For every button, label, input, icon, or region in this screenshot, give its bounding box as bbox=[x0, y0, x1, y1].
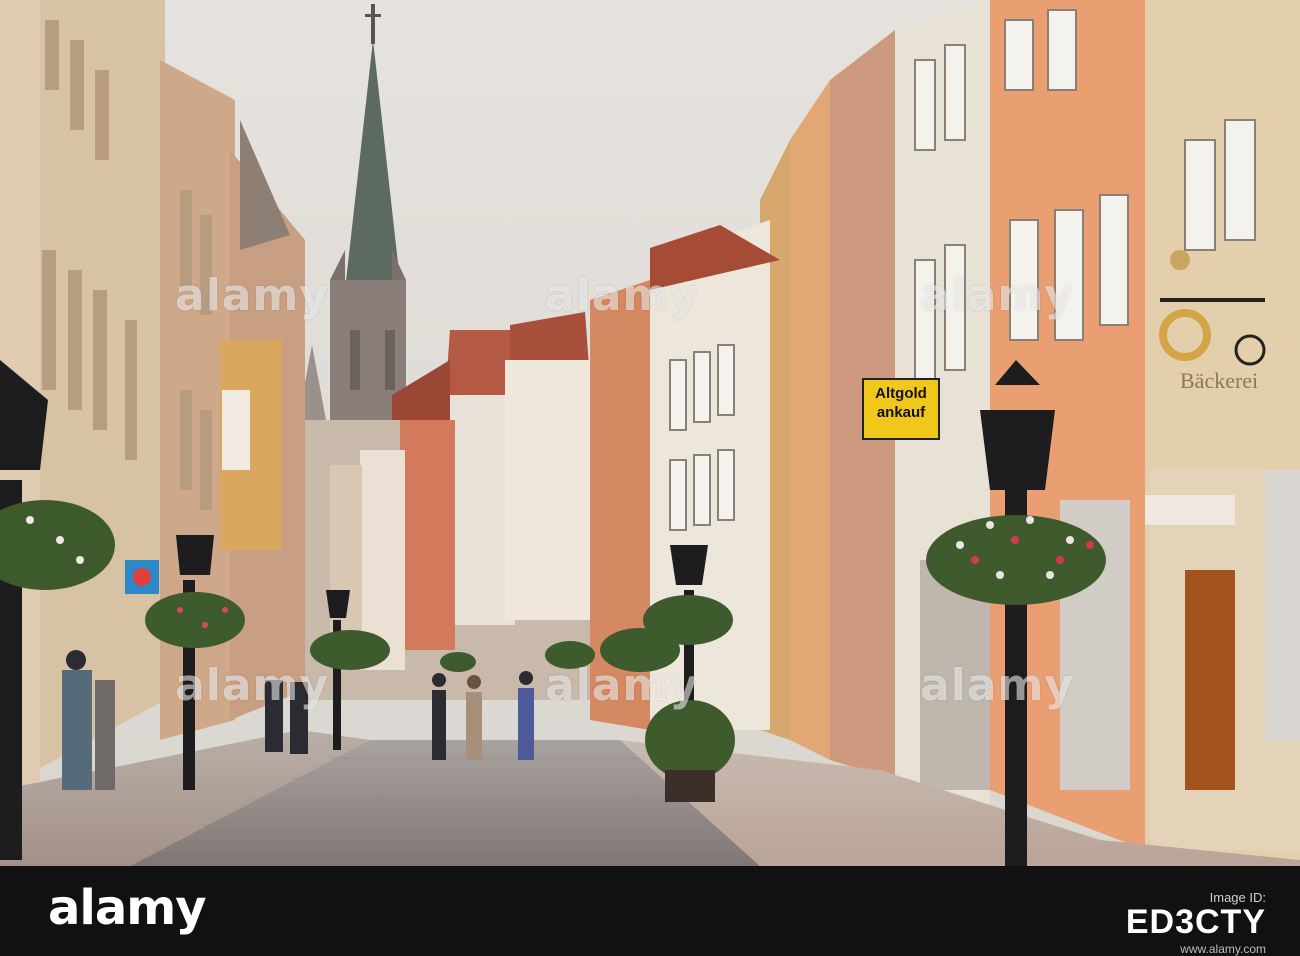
altgold-ankauf-sign: Altgold ankauf bbox=[862, 378, 940, 440]
street-photo: Altgold ankauf Bäckerei alamy alamy alam… bbox=[0, 0, 1300, 866]
street-scene-illustration bbox=[0, 0, 1300, 866]
image-id: ED3CTY bbox=[1125, 903, 1266, 941]
altgold-line-2: ankauf bbox=[876, 404, 926, 421]
bakery-wall-text: Bäckerei bbox=[1180, 368, 1259, 393]
stock-footer-bar: alamy Image ID: ED3CTY www.alamy.com bbox=[0, 866, 1300, 956]
image-id-block: Image ID: ED3CTY www.alamy.com bbox=[1126, 890, 1266, 956]
footer-url[interactable]: www.alamy.com bbox=[1126, 942, 1266, 956]
altgold-line-1: Altgold bbox=[875, 385, 927, 402]
alamy-logo[interactable]: alamy bbox=[48, 880, 207, 936]
